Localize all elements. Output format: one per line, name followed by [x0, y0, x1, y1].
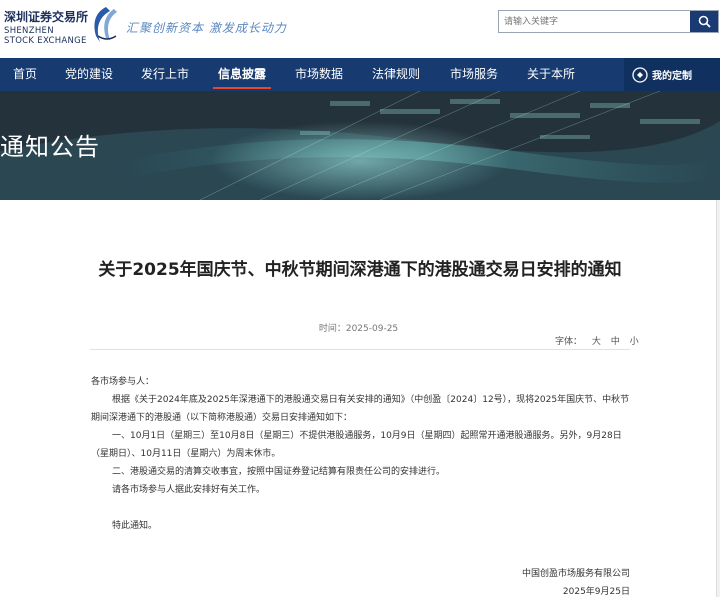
nav-item-about[interactable]: 关于本所	[521, 58, 581, 91]
paragraph-intro: 根据《关于2024年底及2025年深港通下的港股通交易日有关安排的通知》（中创盈…	[91, 395, 630, 423]
search-icon	[698, 15, 711, 28]
article-time: 时间：2025-09-25	[318, 324, 399, 334]
paragraph-request: 请各市场参与人据此安排好有关工作。	[112, 485, 266, 495]
logo-english-name: SHENZHEN STOCK EXCHANGE	[4, 26, 87, 46]
customize-icon	[632, 66, 648, 83]
paragraph-item-2: 二、港股通交易的清算交收事宜，按照中国证券登记结算有限责任公司的安排进行。	[112, 467, 446, 477]
my-custom-button[interactable]: 我的定制	[624, 58, 720, 91]
salutation: 各市场参与人：	[91, 377, 155, 387]
nav-item-party[interactable]: 党的建设	[58, 58, 120, 91]
title-divider	[90, 349, 630, 350]
search-button[interactable]	[690, 11, 718, 32]
nav-item-disclosure[interactable]: 信息披露	[213, 58, 271, 91]
font-size-small-button[interactable]: 小	[630, 337, 639, 347]
site-header: 深圳证券交易所 SHENZHEN STOCK EXCHANGE 汇聚创新资本 激…	[0, 0, 720, 58]
slogan: 汇聚创新资本 激发成长动力	[126, 21, 287, 35]
font-size-large-button[interactable]: 大	[592, 337, 601, 347]
search-box	[498, 10, 719, 33]
article-body: 各市场参与人： 根据《关于2024年底及2025年深港通下的港股通交易日有关安排…	[91, 373, 636, 535]
banner-title: 通知公告	[0, 133, 100, 161]
banner-background-graphic	[0, 91, 720, 200]
logo-chinese-name: 深圳证券交易所	[4, 10, 89, 24]
font-size-label: 字体：	[555, 337, 583, 347]
my-custom-label: 我的定制	[652, 71, 692, 82]
font-size-switcher: 字体： 大 中 小	[555, 334, 639, 347]
article-panel: 关于2025年国庆节、中秋节期间深港通下的港股通交易日安排的通知 时间：2025…	[0, 200, 717, 597]
article-title: 关于2025年国庆节、中秋节期间深港通下的港股通交易日安排的通知	[98, 260, 622, 280]
szse-logo[interactable]: 深圳证券交易所 SHENZHEN STOCK EXCHANGE	[4, 6, 122, 52]
paragraph-item-1: 一、10月1日（星期三）至10月8日（星期三）不提供港股通服务，10月9日（星期…	[91, 431, 622, 459]
main-nav: 首页 党的建设 发行上市 信息披露 市场数据 法律规则 市场服务 关于本所 我的…	[0, 58, 720, 91]
sign-date: 2025年9月25日	[562, 587, 630, 597]
signer: 中国创盈市场服务有限公司	[521, 569, 630, 579]
search-input[interactable]	[501, 12, 689, 31]
nav-item-services[interactable]: 市场服务	[444, 58, 504, 91]
nav-item-market-data[interactable]: 市场数据	[288, 58, 350, 91]
nav-item-listing[interactable]: 发行上市	[133, 58, 197, 91]
nav-item-home[interactable]: 首页	[0, 58, 50, 91]
font-size-medium-button[interactable]: 中	[611, 337, 620, 347]
nav-item-rules[interactable]: 法律规则	[366, 58, 426, 91]
closing-text: 特此通知。	[112, 521, 158, 531]
page-banner: 通知公告	[0, 91, 720, 200]
logo-mark-icon	[94, 7, 117, 42]
